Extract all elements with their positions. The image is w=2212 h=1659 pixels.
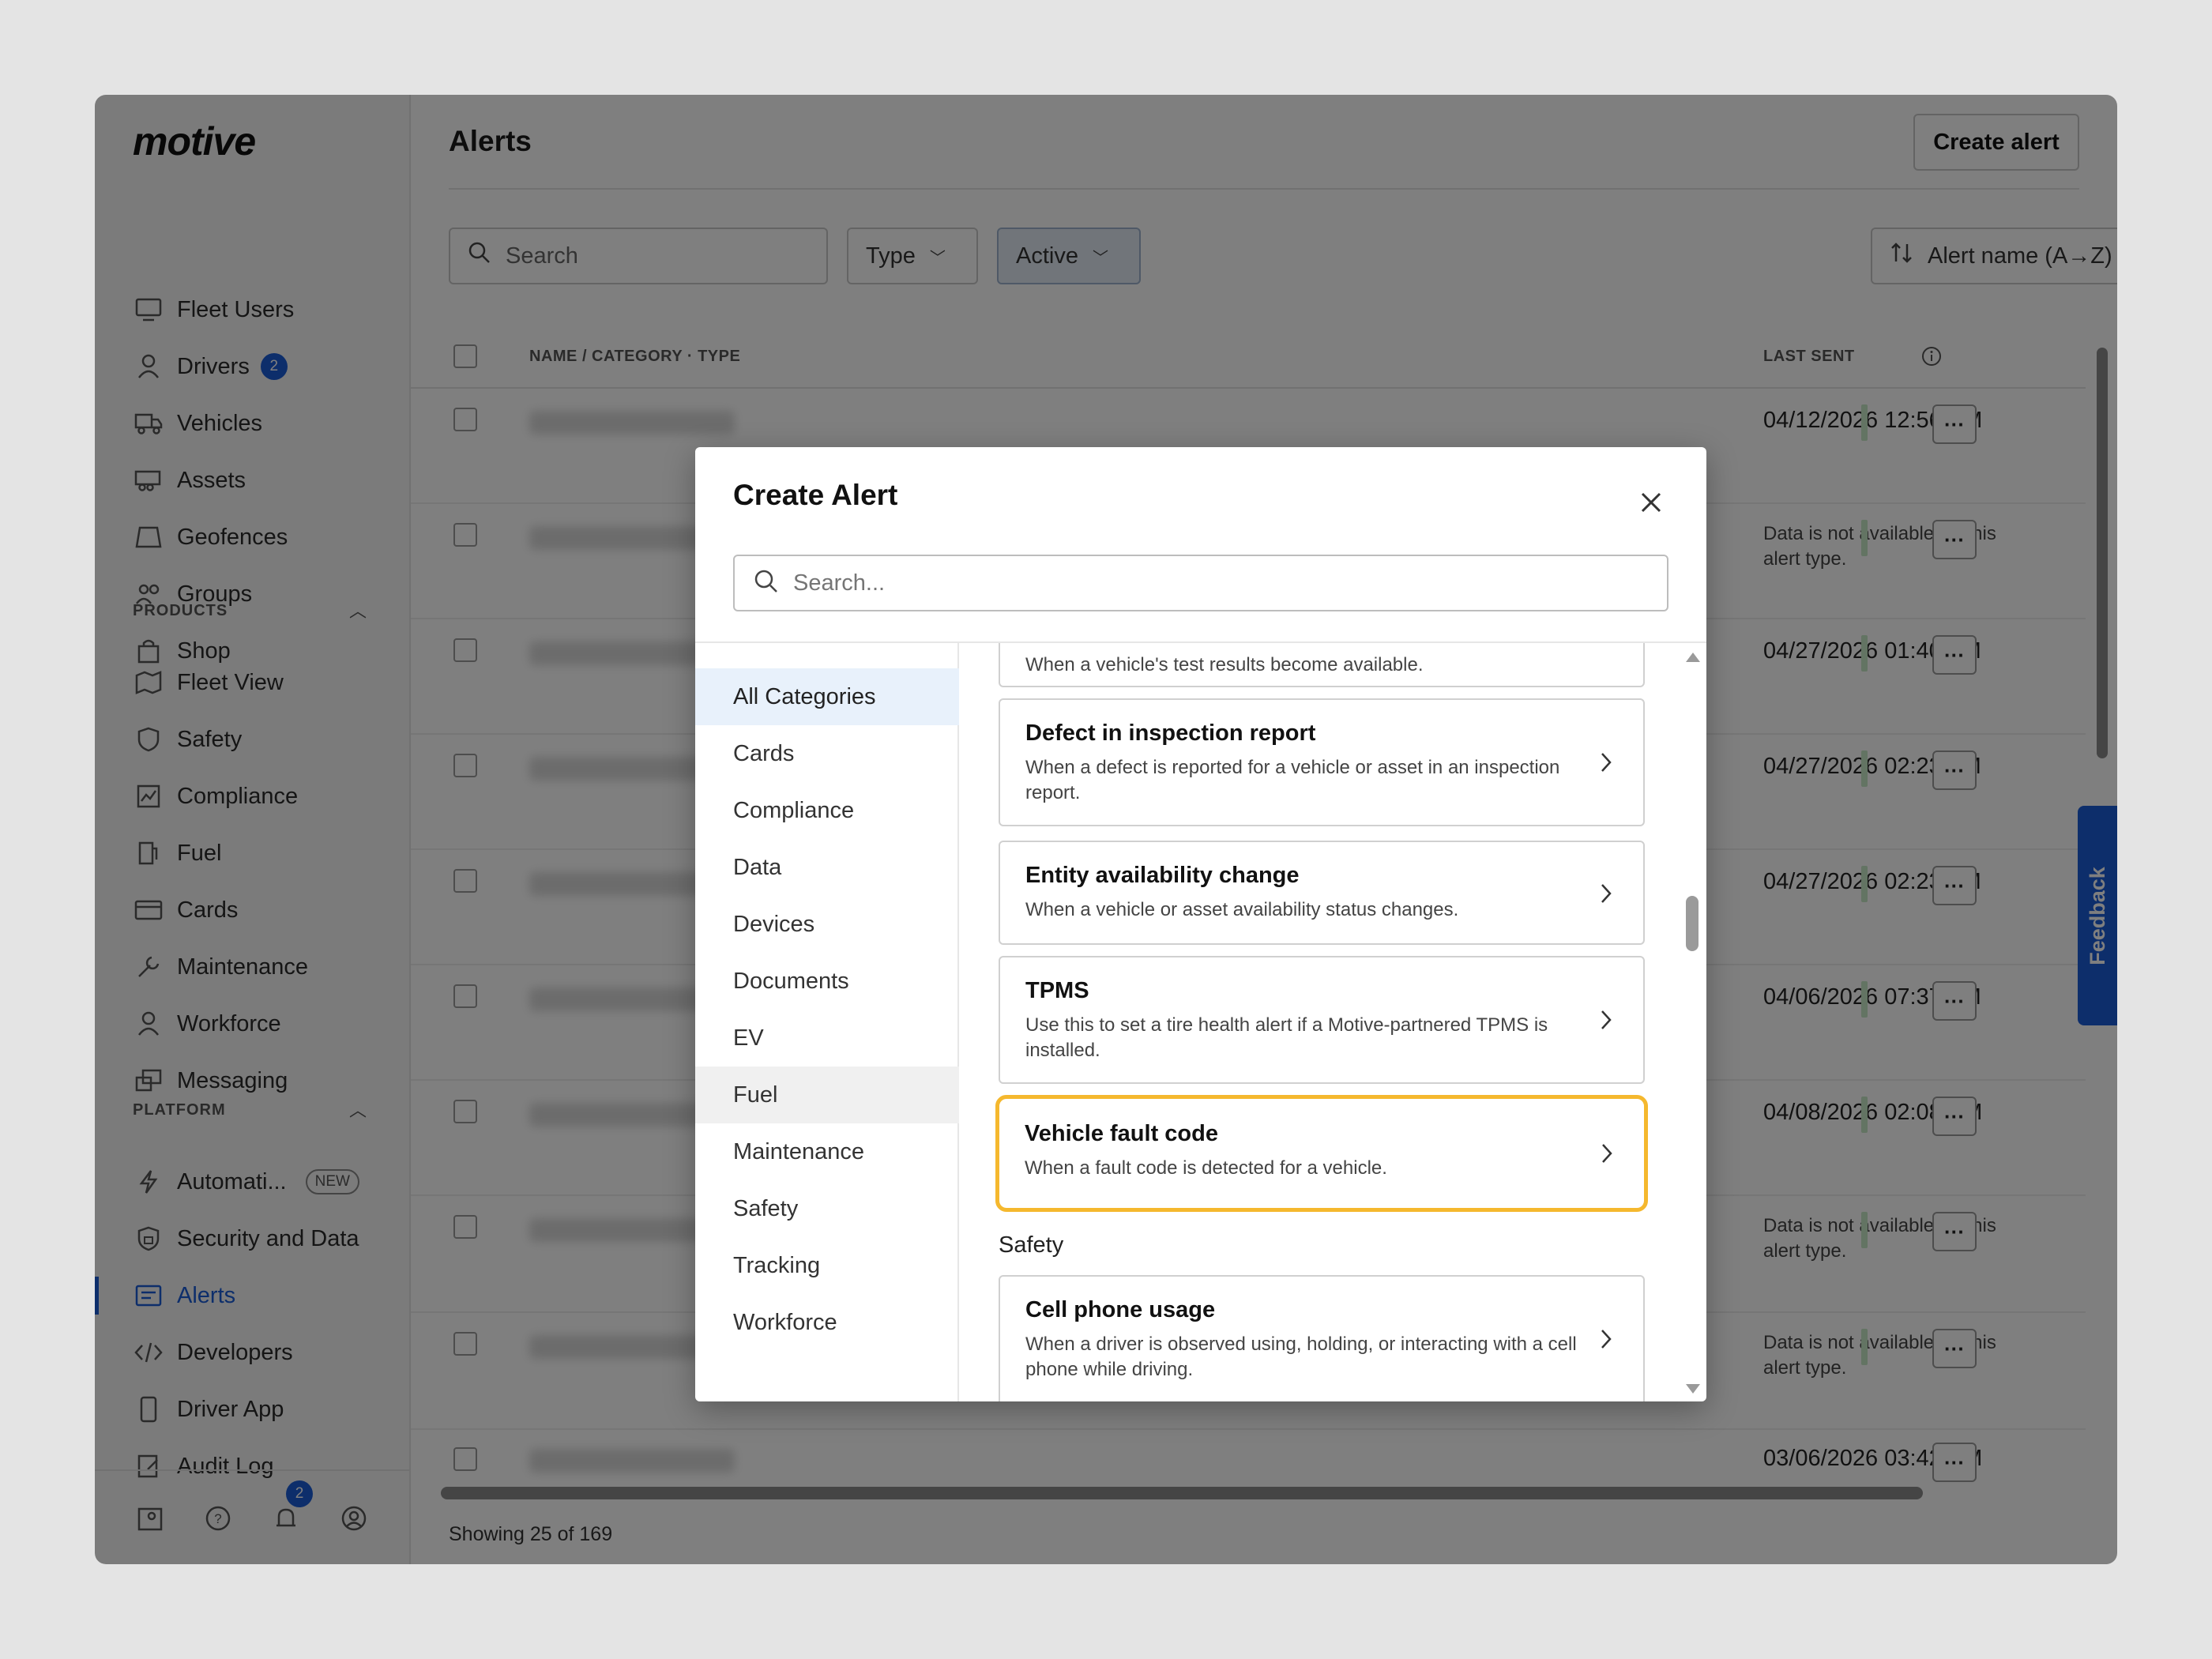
card-description: When a vehicle's test results become ava…: [1025, 654, 1424, 675]
card-title: Vehicle fault code: [1025, 1121, 1218, 1146]
category-maintenance[interactable]: Maintenance: [695, 1123, 959, 1180]
card-description: When a vehicle or asset availability sta…: [1025, 899, 1459, 920]
category-all-categories[interactable]: All Categories: [695, 668, 959, 725]
category-tracking[interactable]: Tracking: [695, 1237, 959, 1294]
create-alert-modal: Create Alert All Categories Cards Compli…: [695, 447, 1706, 1401]
card-description: When a driver is observed using, holding…: [1025, 1334, 1577, 1380]
card-description: Use this to set a tire health alert if a…: [1025, 1014, 1548, 1061]
alert-type-card[interactable]: When a vehicle's test results become ava…: [999, 643, 1645, 687]
category-list: All Categories Cards Compliance Data Dev…: [695, 643, 959, 1401]
chevron-right-icon: [1594, 1327, 1618, 1351]
chevron-right-icon: [1595, 1142, 1619, 1165]
search-icon: [754, 569, 779, 598]
alert-type-card[interactable]: Entity availability change When a vehicl…: [999, 841, 1645, 945]
scroll-up-arrow-icon[interactable]: [1686, 653, 1700, 662]
group-label-safety: Safety: [999, 1232, 1064, 1258]
list-scrollbar-thumb[interactable]: [1686, 896, 1698, 951]
category-workforce[interactable]: Workforce: [695, 1294, 959, 1351]
vehicle-fault-code-card[interactable]: Vehicle fault code When a fault code is …: [995, 1095, 1648, 1212]
category-data[interactable]: Data: [695, 839, 959, 896]
modal-search-field[interactable]: [733, 555, 1668, 611]
category-safety[interactable]: Safety: [695, 1180, 959, 1237]
category-ev[interactable]: EV: [695, 1010, 959, 1066]
category-fuel[interactable]: Fuel: [695, 1066, 959, 1123]
category-documents[interactable]: Documents: [695, 953, 959, 1010]
chevron-right-icon: [1594, 1008, 1618, 1032]
category-devices[interactable]: Devices: [695, 896, 959, 953]
chevron-right-icon: [1594, 750, 1618, 774]
app-window: motive Fleet Users Drivers 2 Vehicles As…: [95, 95, 2117, 1564]
category-compliance[interactable]: Compliance: [695, 782, 959, 839]
chevron-right-icon: [1594, 882, 1618, 905]
card-title: Cell phone usage: [1025, 1297, 1216, 1322]
modal-title: Create Alert: [733, 479, 898, 511]
alert-type-card[interactable]: Cell phone usage When a driver is observ…: [999, 1275, 1645, 1401]
card-description: When a fault code is detected for a vehi…: [1025, 1157, 1387, 1179]
card-title: Defect in inspection report: [1025, 720, 1316, 746]
close-icon[interactable]: [1634, 485, 1668, 520]
scroll-down-arrow-icon[interactable]: [1686, 1384, 1700, 1394]
card-title: TPMS: [1025, 978, 1089, 1003]
category-cards[interactable]: Cards: [695, 725, 959, 782]
card-title: Entity availability change: [1025, 863, 1300, 888]
card-description: When a defect is reported for a vehicle …: [1025, 757, 1560, 803]
alert-type-list: When a vehicle's test results become ava…: [959, 643, 1706, 1401]
modal-search-input[interactable]: [793, 570, 1583, 596]
alert-type-card[interactable]: TPMS Use this to set a tire health alert…: [999, 956, 1645, 1084]
alert-type-card[interactable]: Defect in inspection report When a defec…: [999, 698, 1645, 826]
